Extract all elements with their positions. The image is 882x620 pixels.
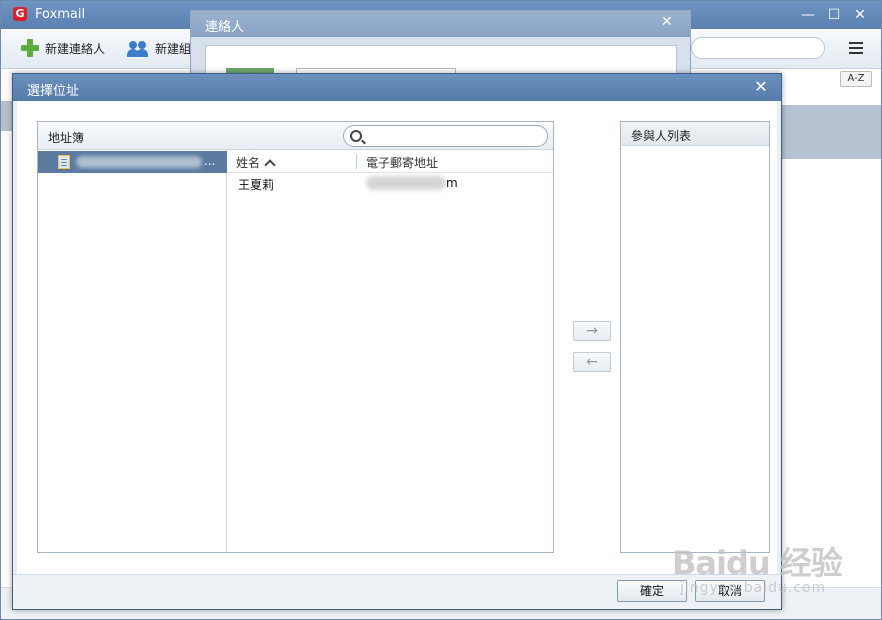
select-dialog-body: 地址簿 ... 姓名 電子郵寄地址 王夏莉 m → ← 參與人列表 bbox=[17, 101, 777, 574]
contact-name: 王夏莉 bbox=[238, 178, 275, 192]
watermark-brand: Baidu 经验 bbox=[672, 544, 843, 582]
contacts-dialog-title: 連絡人 bbox=[205, 20, 245, 35]
addressbook-tree: ... bbox=[38, 151, 227, 552]
new-contact-label: 新建連絡人 bbox=[45, 41, 106, 56]
people-icon bbox=[127, 39, 149, 57]
select-dialog-footer: 確定 取消 bbox=[13, 574, 781, 609]
column-name-label: 姓名 bbox=[236, 156, 261, 170]
addressbook-account-item[interactable]: ... bbox=[38, 151, 227, 173]
main-search-input[interactable] bbox=[691, 37, 825, 59]
search-icon bbox=[350, 130, 362, 142]
close-icon[interactable]: ✕ bbox=[849, 5, 871, 25]
sort-ascending-icon bbox=[264, 158, 276, 171]
addressbook-label: 地址簿 bbox=[48, 131, 85, 145]
plus-icon bbox=[21, 39, 39, 57]
addressbook-account-ellipsis: ... bbox=[204, 154, 216, 168]
column-divider[interactable] bbox=[356, 154, 357, 169]
addressbook-search-input[interactable] bbox=[343, 125, 548, 147]
column-header-name[interactable]: 姓名 bbox=[236, 154, 276, 171]
contacts-titlebar: 連絡人 ✕ bbox=[191, 11, 690, 37]
remove-participant-button[interactable]: ← bbox=[573, 352, 611, 372]
select-address-dialog: 選擇位址 ✕ 地址簿 ... 姓名 電子郵寄地址 王夏莉 m → ← 參與人列表… bbox=[12, 73, 782, 610]
participant-list-panel[interactable]: 參與人列表 bbox=[620, 121, 770, 553]
addressbook-account-name-redacted bbox=[76, 156, 202, 168]
participant-list-header: 參與人列表 bbox=[621, 122, 769, 146]
addressbook-header: 地址簿 bbox=[38, 122, 553, 150]
column-header-email[interactable]: 電子郵寄地址 bbox=[366, 154, 438, 171]
az-sort-button[interactable]: A-Z bbox=[840, 71, 872, 87]
addressbook-panel: 地址簿 ... 姓名 電子郵寄地址 王夏莉 m bbox=[37, 121, 554, 553]
baidu-watermark: Baidu 经验 jingyan.baidu.com bbox=[672, 538, 843, 604]
select-dialog-titlebar: 選擇位址 ✕ bbox=[13, 74, 781, 101]
select-dialog-close-icon[interactable]: ✕ bbox=[751, 77, 771, 97]
maximize-icon[interactable]: ☐ bbox=[823, 5, 845, 25]
new-group-label: 新建組 bbox=[155, 41, 192, 56]
select-dialog-title: 選擇位址 bbox=[27, 84, 80, 99]
list-view-icon[interactable] bbox=[849, 42, 863, 54]
app-title: Foxmail bbox=[35, 7, 86, 22]
participant-list-label: 參與人列表 bbox=[631, 129, 692, 143]
new-group-button[interactable]: 新建組 bbox=[127, 37, 191, 59]
contact-email-redacted bbox=[366, 176, 446, 190]
contacts-close-icon[interactable]: ✕ bbox=[661, 14, 673, 30]
foxmail-logo-icon: G bbox=[13, 7, 27, 21]
right-panel-band bbox=[781, 105, 881, 159]
addressbook-icon bbox=[58, 155, 70, 169]
contacts-table-header: 姓名 電子郵寄地址 bbox=[228, 151, 553, 173]
contact-email-suffix: m bbox=[446, 176, 458, 190]
contacts-table: 姓名 電子郵寄地址 王夏莉 m bbox=[228, 151, 553, 552]
add-participant-button[interactable]: → bbox=[573, 321, 611, 341]
column-email-label: 電子郵寄地址 bbox=[366, 156, 439, 170]
new-contact-button[interactable]: 新建連絡人 bbox=[21, 37, 105, 59]
table-row[interactable]: 王夏莉 m bbox=[228, 173, 553, 193]
minimize-icon[interactable]: — bbox=[797, 5, 819, 25]
watermark-url: jingyan.baidu.com bbox=[680, 580, 827, 596]
